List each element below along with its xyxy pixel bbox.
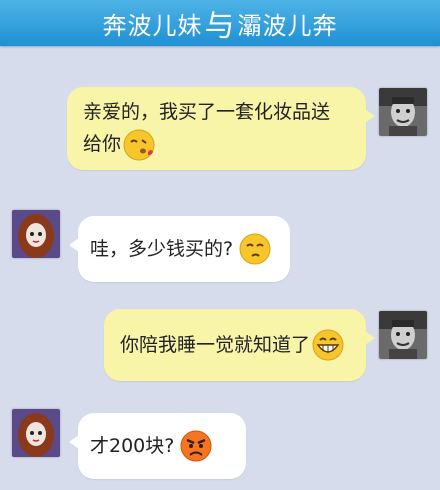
message-text: 哇，多少钱买的? [90, 238, 234, 260]
avatar-left[interactable] [12, 210, 60, 258]
chat-title-bar: 奔波儿妹 与 灞波儿奔 [0, 0, 440, 46]
message-text: 亲爱的，我买了一套化妆品送 [83, 101, 331, 123]
smirk-face-icon [239, 233, 271, 265]
message-text: 给你 [83, 133, 122, 155]
message-text: 你陪我睡一觉就知道了 [120, 334, 311, 356]
avatar-right[interactable] [379, 88, 427, 136]
sender-name-left: 奔波儿妹 [102, 11, 203, 40]
grinning-face-icon [312, 329, 344, 361]
title-separator: 与 [204, 9, 236, 44]
message-bubble-1[interactable]: 亲爱的，我买了一套化妆品送 给你 [67, 87, 375, 170]
message-bubble-2[interactable]: 哇，多少钱买的? [69, 216, 290, 282]
message-bubble-4[interactable]: 才200块? [69, 413, 246, 479]
avatar-right[interactable] [379, 311, 427, 359]
sender-name-right: 灞波儿奔 [237, 11, 338, 40]
message-text: 才200块? [90, 435, 175, 457]
angry-face-icon [180, 430, 212, 462]
avatar-left[interactable] [12, 409, 60, 457]
kiss-face-icon [123, 129, 155, 161]
message-bubble-3[interactable]: 你陪我睡一觉就知道了 [104, 309, 375, 381]
